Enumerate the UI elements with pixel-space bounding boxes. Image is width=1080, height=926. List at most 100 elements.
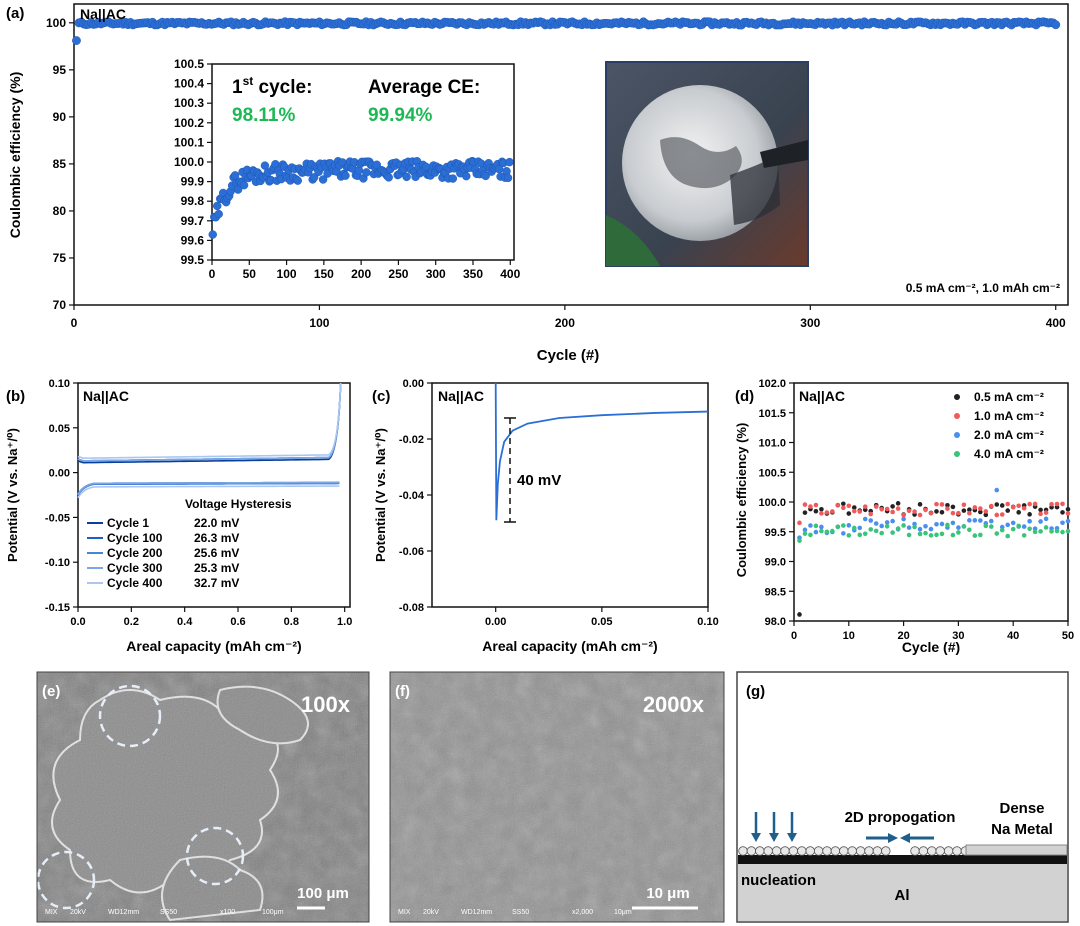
x-tick-label: 40 [1007,630,1019,642]
ce-point [1043,525,1049,530]
legend-marker [954,413,960,419]
ce-point [1005,508,1011,513]
sem-footer-text: SS50 [160,909,177,916]
x-tick-label: 0.8 [284,616,299,628]
ce-point [950,520,956,526]
na-nucleus [910,846,920,856]
y-tick-label: 99.5 [181,253,205,267]
inset-ce-point [341,171,350,180]
ce-point [841,505,846,511]
y-tick-label: 100.5 [174,57,204,71]
ce-point [912,524,917,530]
ce-point [967,518,972,523]
ce-point [1027,526,1032,532]
ce-point [813,508,819,514]
y-tick-label: 102.0 [758,378,786,390]
x-tick-label: 100 [277,267,297,281]
panel-g-substrate: Al [895,887,910,904]
x-tick-label: 0 [209,267,216,281]
y-tick-label: 90 [53,110,67,124]
ce-point [1032,501,1038,507]
ce-point [895,506,901,511]
ce-point [797,612,802,617]
inset-ce-point [293,176,302,185]
panel-c-ylabel: Potential (V vs. Na⁺/⁰) [373,428,388,562]
ce-point [983,509,989,514]
ce-point [879,530,884,536]
ce-point [1032,529,1038,535]
legend-value: 32.7 mV [194,576,239,590]
ce-point [846,503,852,509]
inset-ce-point [239,180,249,190]
x-tick-label: 300 [800,316,820,330]
legend-label: Cycle 100 [107,531,163,545]
ce-point [824,529,830,535]
ce-point [841,523,846,528]
y-tick-label: 101.0 [758,438,786,450]
na-nucleus [771,846,782,856]
x-tick-label: 0.00 [485,616,506,628]
panel-a-ylabel: Coulombic efficiency (%) [7,72,23,238]
y-tick-label: 70 [53,298,67,312]
na-nucleus [864,846,874,856]
interphase-layer [738,855,1067,864]
x-tick-label: 10 [843,630,855,642]
ce-point [857,509,863,514]
ce-point [950,504,956,510]
na-nucleus [805,846,815,856]
ce-point [895,501,901,506]
x-tick-label: 150 [314,267,334,281]
na-nucleus [797,846,807,856]
ce-point [841,531,846,536]
x-tick-label: 100 [309,316,329,330]
ce-point [868,511,874,517]
na-nucleus [738,846,748,856]
ce-point [819,506,824,512]
ce-point [934,501,939,507]
panel-b: 0.0 0.2 0.4 0.6 0.8 1.0 -0.15 -0.10 -0.05 0.00 0.0… [5,378,352,654]
na-nucleus [927,846,937,856]
na-nucleus [952,846,962,856]
ce-point [890,518,895,524]
panel-d-ylabel: Coulombic efficiency (%) [734,423,749,578]
ce-point [841,501,846,507]
ce-point [901,523,906,528]
panel-e-label: (e) [42,683,60,700]
ce-point [934,509,939,514]
ce-point [1005,522,1011,528]
inset-ce-point [402,172,411,182]
y-tick-label: 99.8 [181,194,205,208]
y-tick-label: 101.5 [758,408,786,420]
na-nucleus [918,846,929,856]
ce-point [906,532,912,538]
ce-point [1038,519,1043,524]
panel-c-annotation: 40 mV [517,472,561,489]
ce-point [972,533,978,538]
ce-point [994,502,1000,507]
panel-c-label: (c) [372,388,390,405]
legend-label: 0.5 mA cm⁻² [974,390,1044,404]
panel-d-tag: Na||AC [799,388,845,404]
x-tick-label: 50 [1062,630,1074,642]
ce-point [1065,506,1071,512]
ce-point [967,510,972,516]
panel-g-propagation: 2D propogation [845,809,956,826]
ce-point [928,510,934,516]
ce-point [808,523,813,528]
ce-point [857,532,863,538]
x-tick-label: 250 [388,267,408,281]
ce-point [1021,533,1027,538]
panel-g-nucleation: nucleation [741,872,816,889]
x-tick-label: 0.2 [124,616,139,628]
ce-point [939,521,945,527]
ce-point [802,502,808,507]
y-tick-label: 85 [53,157,67,171]
sem-footer-text: WD12mm [108,909,139,916]
x-tick-label: 0.6 [230,616,245,628]
sem-footer-text: 10μm [614,909,632,916]
na-nucleus [830,846,841,856]
inset-ce-point [505,157,514,167]
inset-avg-label: Average CE: [368,77,480,98]
ce-point [1010,520,1016,526]
ce-point [1027,518,1032,524]
